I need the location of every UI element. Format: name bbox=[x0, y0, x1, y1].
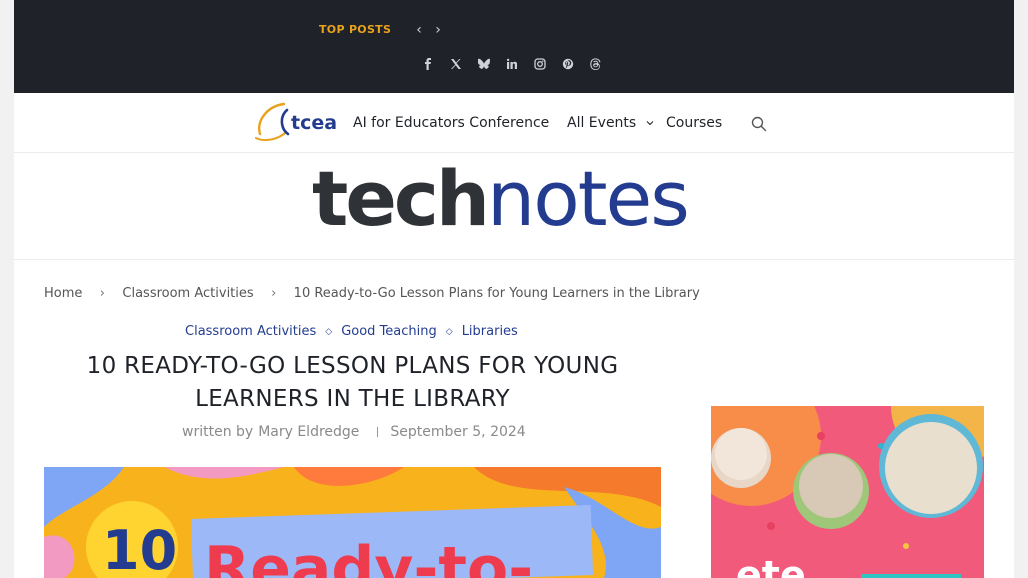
category-libraries[interactable]: Libraries bbox=[462, 324, 518, 339]
technotes-logo[interactable]: tech notes bbox=[312, 161, 732, 247]
nav-ai-for-educators-conference[interactable]: AI for Educators Conference bbox=[353, 115, 549, 131]
hero-text: Ready-to- bbox=[204, 534, 533, 578]
category-classroom-activities[interactable]: Classroom Activities bbox=[185, 324, 316, 339]
breadcrumb-separator: › bbox=[271, 286, 277, 301]
next-post-button[interactable]: › bbox=[431, 21, 445, 39]
x-icon[interactable] bbox=[448, 56, 464, 72]
logo-text: tcea bbox=[291, 112, 337, 134]
breadcrumb-classroom-activities[interactable]: Classroom Activities bbox=[122, 286, 253, 301]
chevron-down-icon bbox=[646, 121, 654, 126]
linkedin-icon[interactable] bbox=[504, 56, 520, 72]
breadcrumb: Home › Classroom Activities › 10 Ready-t… bbox=[44, 286, 700, 301]
breadcrumb-home[interactable]: Home bbox=[44, 286, 82, 301]
nav-all-events[interactable]: All Events bbox=[567, 115, 654, 131]
post-categories: Classroom Activities ◇ Good Teaching ◇ L… bbox=[185, 324, 518, 339]
post-author[interactable]: Mary Eldredge bbox=[258, 424, 359, 440]
nav-all-events-label: All Events bbox=[567, 115, 637, 131]
byline-prefix: written by bbox=[182, 424, 254, 440]
post-date: September 5, 2024 bbox=[390, 424, 526, 440]
prev-post-button[interactable]: ‹ bbox=[412, 21, 426, 39]
bluesky-icon[interactable] bbox=[476, 56, 492, 72]
sidebar-ad-banner[interactable]: ete bbox=[711, 406, 984, 578]
breadcrumb-separator: › bbox=[99, 286, 105, 301]
main-navigation: tcea AI for Educators Conference All Eve… bbox=[14, 93, 1014, 153]
category-separator: ◇ bbox=[445, 326, 453, 337]
pinterest-icon[interactable] bbox=[560, 56, 576, 72]
site-masthead: tech notes bbox=[14, 153, 1014, 260]
hero-number: 10 bbox=[102, 519, 177, 578]
sidebar-ad-text: ete bbox=[736, 553, 806, 578]
instagram-icon[interactable] bbox=[532, 56, 548, 72]
facebook-icon[interactable] bbox=[420, 56, 436, 72]
tcea-logo[interactable]: tcea bbox=[254, 98, 340, 142]
logo-tech: tech bbox=[312, 154, 490, 243]
category-good-teaching[interactable]: Good Teaching bbox=[341, 324, 437, 339]
nav-courses[interactable]: Courses bbox=[666, 115, 722, 131]
top-bar: TOP POSTS ‹ › bbox=[14, 0, 1014, 93]
category-separator: ◇ bbox=[325, 326, 333, 337]
meta-divider bbox=[377, 427, 379, 437]
top-posts-label[interactable]: TOP POSTS bbox=[319, 23, 391, 36]
post-title: 10 Ready-to-Go Lesson Plans for Young Le… bbox=[86, 353, 619, 412]
post-meta: written by Mary Eldredge September 5, 20… bbox=[182, 424, 526, 440]
post-featured-image[interactable]: 10 Ready-to- bbox=[44, 467, 661, 578]
logo-notes: notes bbox=[487, 154, 690, 243]
social-links bbox=[420, 56, 604, 72]
threads-icon[interactable] bbox=[588, 56, 604, 72]
breadcrumb-current-page: 10 Ready-to-Go Lesson Plans for Young Le… bbox=[293, 286, 700, 301]
search-icon[interactable] bbox=[750, 115, 768, 133]
page: TOP POSTS ‹ › tcea AI for Educators Conf… bbox=[14, 0, 1014, 578]
